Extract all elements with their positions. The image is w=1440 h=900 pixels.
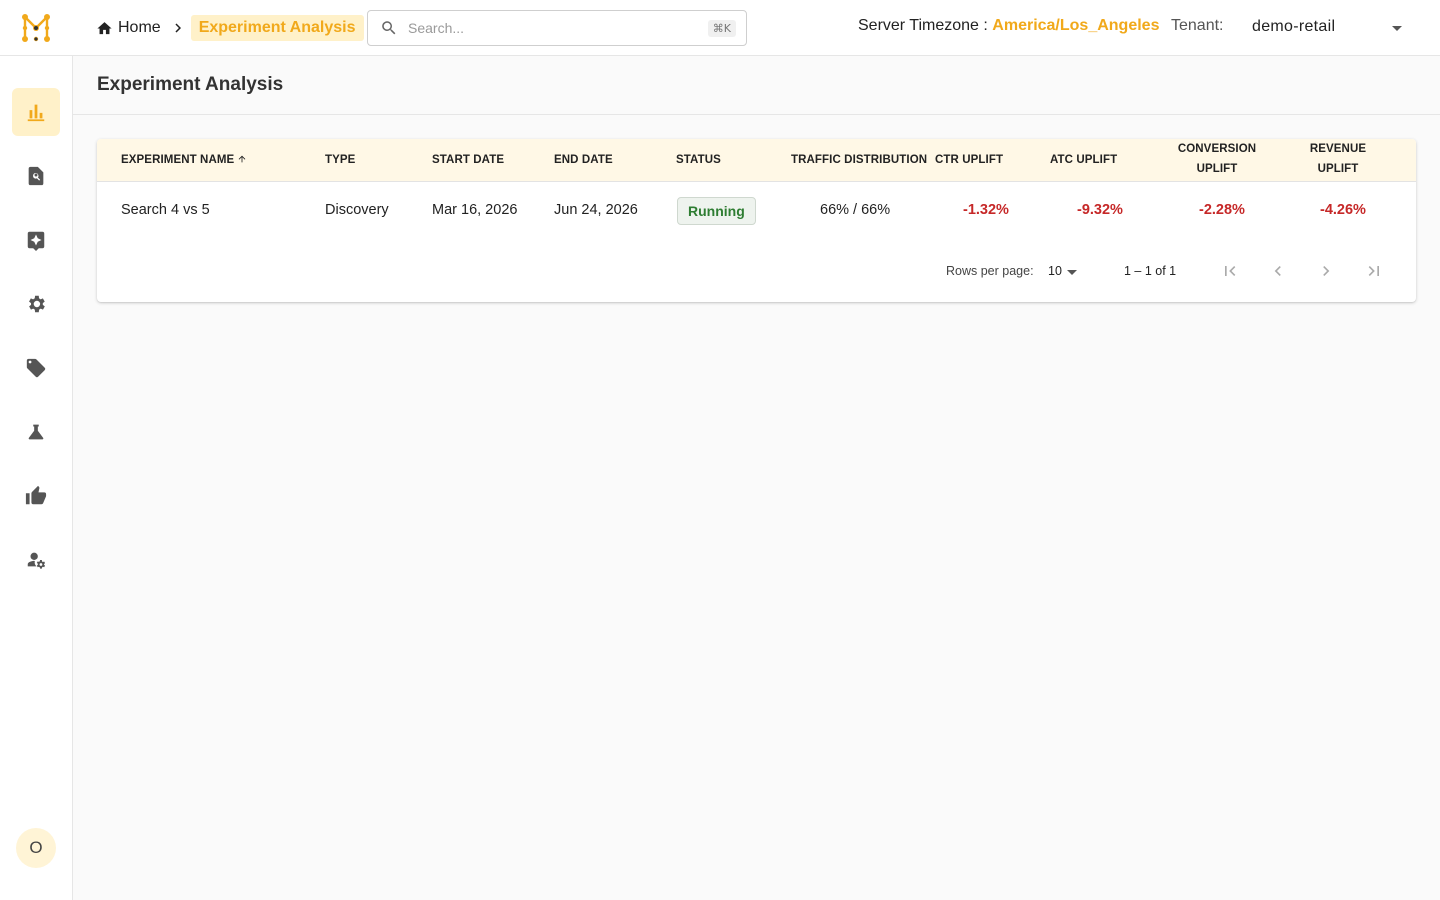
search-icon [382, 21, 396, 35]
cell-experiment-name[interactable]: Search 4 vs 5 [121, 202, 210, 218]
tenant-value: demo-retail [1252, 18, 1336, 35]
caret-down-icon [1392, 26, 1402, 31]
tenant-select[interactable]: demo-retail [1252, 10, 1412, 46]
sort-ascending-icon [238, 155, 246, 163]
search-shortcut-badge: ⌘K [707, 20, 736, 37]
user-settings-icon [27, 552, 46, 569]
column-header-status[interactable]: Status [676, 150, 721, 170]
search-document-icon [28, 166, 44, 186]
column-header-experiment-name[interactable]: Experiment Name [121, 150, 247, 170]
first-page-button[interactable] [1217, 258, 1243, 284]
experiments-table: Experiment Name Type Start Date End Date… [97, 139, 1416, 302]
breadcrumb-home[interactable]: Home [96, 19, 161, 37]
table-pagination: Rows per page: 10 1 – 1 of 1 [97, 240, 1416, 302]
rows-per-page-select[interactable]: 10 [1048, 262, 1084, 282]
sidebar-item-analytics[interactable] [12, 88, 60, 136]
column-header-end-date[interactable]: End Date [554, 150, 613, 170]
timezone-value: America/Los_Angeles [992, 17, 1160, 34]
breadcrumb-home-label: Home [118, 19, 161, 36]
cell-atc-uplift: -9.32% [1077, 202, 1123, 218]
column-header-type[interactable]: Type [325, 150, 355, 170]
chevron-left-icon [1274, 266, 1281, 276]
first-page-icon [1225, 266, 1236, 276]
sidebar-item-search-insights[interactable] [12, 152, 60, 200]
sparkle-box-icon [27, 231, 45, 251]
last-page-button[interactable] [1361, 258, 1387, 284]
cell-start-date: Mar 16, 2026 [432, 202, 518, 218]
table-row[interactable]: Search 4 vs 5 Discovery Mar 16, 2026 Jun… [97, 182, 1416, 240]
sidebar-item-settings[interactable] [12, 280, 60, 328]
column-header-conversion-uplift[interactable]: Conversion Uplift [1167, 139, 1267, 179]
gear-icon [29, 295, 45, 313]
caret-down-icon [1067, 270, 1077, 275]
cell-ctr-uplift: -1.32% [963, 202, 1009, 218]
server-timezone: Server Timezone : America/Los_Angeles [858, 17, 1159, 35]
avatar[interactable]: O [16, 828, 56, 868]
sidebar-item-experiments[interactable] [12, 408, 60, 456]
cell-end-date: Jun 24, 2026 [554, 202, 638, 218]
rows-per-page-value: 10 [1048, 264, 1062, 278]
thumbs-up-icon [25, 485, 47, 505]
column-header-start-date[interactable]: Start Date [432, 150, 504, 170]
sidebar-item-feedback[interactable] [12, 472, 60, 520]
next-page-button[interactable] [1313, 258, 1339, 284]
tenant-label: Tenant: [1171, 17, 1224, 34]
rows-per-page-label: Rows per page: [946, 264, 1034, 278]
column-header-atc-uplift[interactable]: ATC Uplift [1050, 150, 1117, 170]
column-header-label-line1: Revenue [1309, 143, 1367, 155]
search-input[interactable] [408, 20, 688, 36]
status-badge: Running [677, 197, 756, 225]
column-header-revenue-uplift[interactable]: Revenue Uplift [1303, 139, 1373, 179]
table-header: Experiment Name Type Start Date End Date… [97, 139, 1416, 182]
timezone-label: Server Timezone : [858, 17, 988, 34]
column-header-traffic-distribution[interactable]: Traffic Distribution [791, 150, 927, 170]
top-bar: Home Experiment Analysis ⌘K Server Timez… [0, 0, 1440, 56]
page-title: Experiment Analysis [97, 74, 284, 95]
home-icon [97, 21, 112, 34]
last-page-icon [1368, 266, 1379, 276]
column-header-label-line1: Conversion [1177, 143, 1257, 155]
chevron-right-icon [175, 23, 181, 33]
bar-chart-icon [27, 104, 45, 122]
cell-revenue-uplift: -4.26% [1320, 202, 1366, 218]
flask-icon [28, 424, 44, 440]
breadcrumb: Home Experiment Analysis [96, 13, 364, 43]
sidebar-item-user-management[interactable] [12, 536, 60, 584]
logo-icon [22, 14, 50, 42]
cell-type: Discovery [325, 202, 389, 218]
breadcrumb-current[interactable]: Experiment Analysis [190, 15, 364, 41]
sidebar-item-recommendations[interactable] [12, 216, 60, 264]
column-header-ctr-uplift[interactable]: CTR Uplift [935, 150, 1003, 170]
column-header-label-line2: Uplift [1317, 163, 1359, 175]
tag-icon [26, 358, 46, 378]
app-logo[interactable] [20, 12, 52, 44]
previous-page-button[interactable] [1265, 258, 1291, 284]
cell-conversion-uplift: -2.28% [1199, 202, 1245, 218]
cell-traffic-distribution: 66% / 66% [820, 202, 891, 218]
page-header: Experiment Analysis [73, 56, 1440, 115]
sidebar: O [0, 56, 73, 900]
column-header-label-line2: Uplift [1196, 163, 1238, 175]
sidebar-item-tags[interactable] [12, 344, 60, 392]
column-header-label: Experiment Name [121, 154, 235, 166]
chevron-right-icon [1323, 266, 1330, 276]
global-search[interactable]: ⌘K [367, 10, 747, 46]
pagination-range: 1 – 1 of 1 [1124, 264, 1177, 278]
